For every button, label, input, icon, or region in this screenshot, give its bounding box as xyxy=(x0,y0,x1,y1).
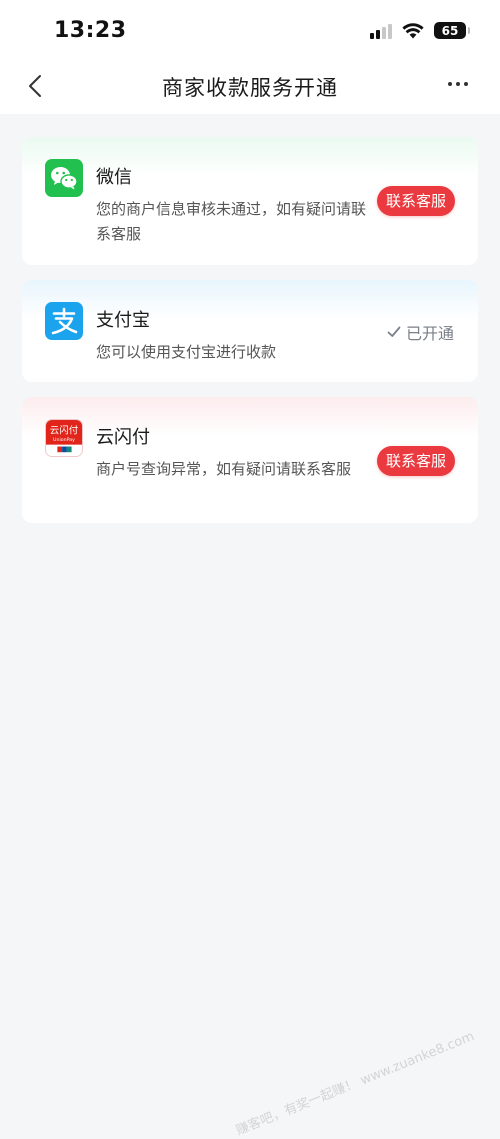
page-title: 商家收款服务开通 xyxy=(162,76,338,100)
status-icons: 65 xyxy=(370,22,470,39)
channel-card-alipay: 支付宝 您可以使用支付宝进行收款 已开通 xyxy=(22,280,478,382)
status-label: 已开通 xyxy=(405,324,454,343)
unionpay-icon: 云闪付 UnionPay xyxy=(45,419,83,457)
contact-support-button-wechat[interactable]: 联系客服 xyxy=(376,186,455,216)
alipay-icon xyxy=(45,302,83,340)
battery-icon: 65 xyxy=(434,22,470,39)
unionpay-logo-subtext: UnionPay xyxy=(53,437,75,443)
battery-level: 65 xyxy=(441,23,459,38)
channel-card-unionpay: 云闪付 UnionPay 云闪付 商户号查询异常，如有疑问请联系客服 联系客服 xyxy=(22,397,478,523)
more-horizontal-icon xyxy=(448,82,452,86)
watermark: 赚客吧，有奖一起赚！ www.zuanke8.com xyxy=(233,1029,476,1139)
channel-name: 云闪付 xyxy=(96,427,150,448)
channel-description: 您的商户信息审核未通过，如有疑问请联系客服 xyxy=(96,200,367,243)
wifi-icon xyxy=(402,22,424,38)
cellular-signal-icon xyxy=(370,23,392,39)
check-icon xyxy=(387,326,401,337)
channel-name: 支付宝 xyxy=(96,310,150,331)
status-time: 13:23 xyxy=(54,18,127,43)
status-opened: 已开通 xyxy=(387,320,454,344)
channel-description: 您可以使用支付宝进行收款 xyxy=(96,343,277,361)
channel-name: 微信 xyxy=(96,167,132,188)
wechat-icon xyxy=(45,159,83,197)
channel-card-wechat: 微信 您的商户信息审核未通过，如有疑问请联系客服 联系客服 xyxy=(22,137,478,265)
channel-description: 商户号查询异常，如有疑问请联系客服 xyxy=(96,460,352,478)
status-bar: 13:23 65 xyxy=(0,0,500,60)
unionpay-logo-text: 云闪付 xyxy=(50,424,79,436)
nav-bar: 商家收款服务开通 xyxy=(0,60,500,114)
contact-support-button-unionpay[interactable]: 联系客服 xyxy=(376,446,455,476)
more-button[interactable] xyxy=(448,82,468,86)
